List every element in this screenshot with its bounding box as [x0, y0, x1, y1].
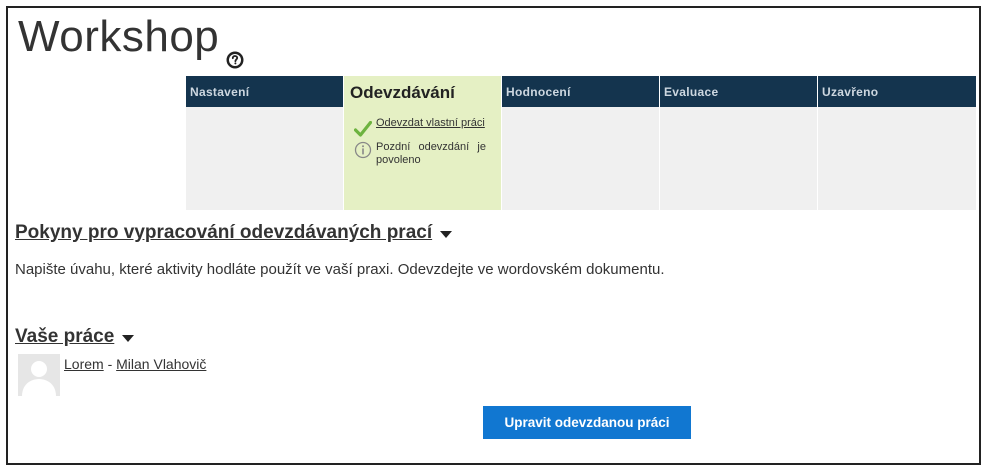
late-submission-info: Pozdní odevzdání je povoleno: [376, 141, 486, 166]
edit-submission-button[interactable]: Upravit odevzdanou práci: [483, 406, 691, 439]
workshop-frame: Workshop Nastavení Odevzdávání Odevzdat …: [6, 6, 981, 465]
submission-title-link[interactable]: Lorem: [64, 356, 104, 372]
your-work-heading: Vaše práce: [15, 326, 115, 347]
submission-entry: Lorem - Milan Vlahovič: [64, 356, 206, 372]
submission-separator: -: [103, 356, 117, 372]
phase-body: [186, 107, 343, 210]
phase-header: Uzavřeno: [818, 76, 976, 107]
phase-submission: Odevzdávání Odevzdat vlastní práci Pozdn…: [344, 76, 502, 210]
phase-evaluation: Evaluace: [660, 76, 818, 210]
phase-header: Hodnocení: [502, 76, 659, 107]
author-link[interactable]: Milan Vlahovič: [116, 356, 206, 372]
page-title: Workshop: [18, 12, 220, 61]
caret-down-icon: [122, 335, 135, 342]
task-late-submission: Pozdní odevzdání je povoleno: [344, 139, 501, 166]
phase-assessment: Hodnocení: [502, 76, 660, 210]
phase-header: Evaluace: [660, 76, 817, 107]
info-icon: [354, 141, 372, 159]
page-title-row: Workshop: [18, 12, 245, 69]
phase-body: [818, 107, 976, 210]
avatar[interactable]: [18, 354, 60, 396]
task-submit: Odevzdat vlastní práci: [344, 107, 501, 139]
caret-down-icon: [440, 231, 453, 238]
phase-body: [502, 107, 659, 210]
checkmark-icon: [353, 120, 373, 139]
user-placeholder-icon: [18, 354, 60, 396]
help-icon[interactable]: [225, 31, 245, 69]
your-work-toggle[interactable]: Vaše práce: [15, 326, 135, 348]
phase-header: Nastavení: [186, 76, 343, 107]
instructions-heading: Pokyny pro vypracování odevzdávaných pra…: [15, 222, 433, 243]
instructions-text: Napište úvahu, které aktivity hodláte po…: [15, 261, 665, 278]
phase-closed: Uzavřeno: [818, 76, 976, 210]
phase-body: [660, 107, 817, 210]
phase-setup: Nastavení: [186, 76, 344, 210]
phase-header-current: Odevzdávání: [344, 76, 501, 107]
phases-table: Nastavení Odevzdávání Odevzdat vlastní p…: [186, 76, 977, 210]
phase-body-current: Odevzdat vlastní práci Pozdní odevzdání …: [344, 107, 501, 210]
instructions-toggle[interactable]: Pokyny pro vypracování odevzdávaných pra…: [15, 222, 453, 244]
submit-own-work-link[interactable]: Odevzdat vlastní práci: [376, 117, 486, 129]
